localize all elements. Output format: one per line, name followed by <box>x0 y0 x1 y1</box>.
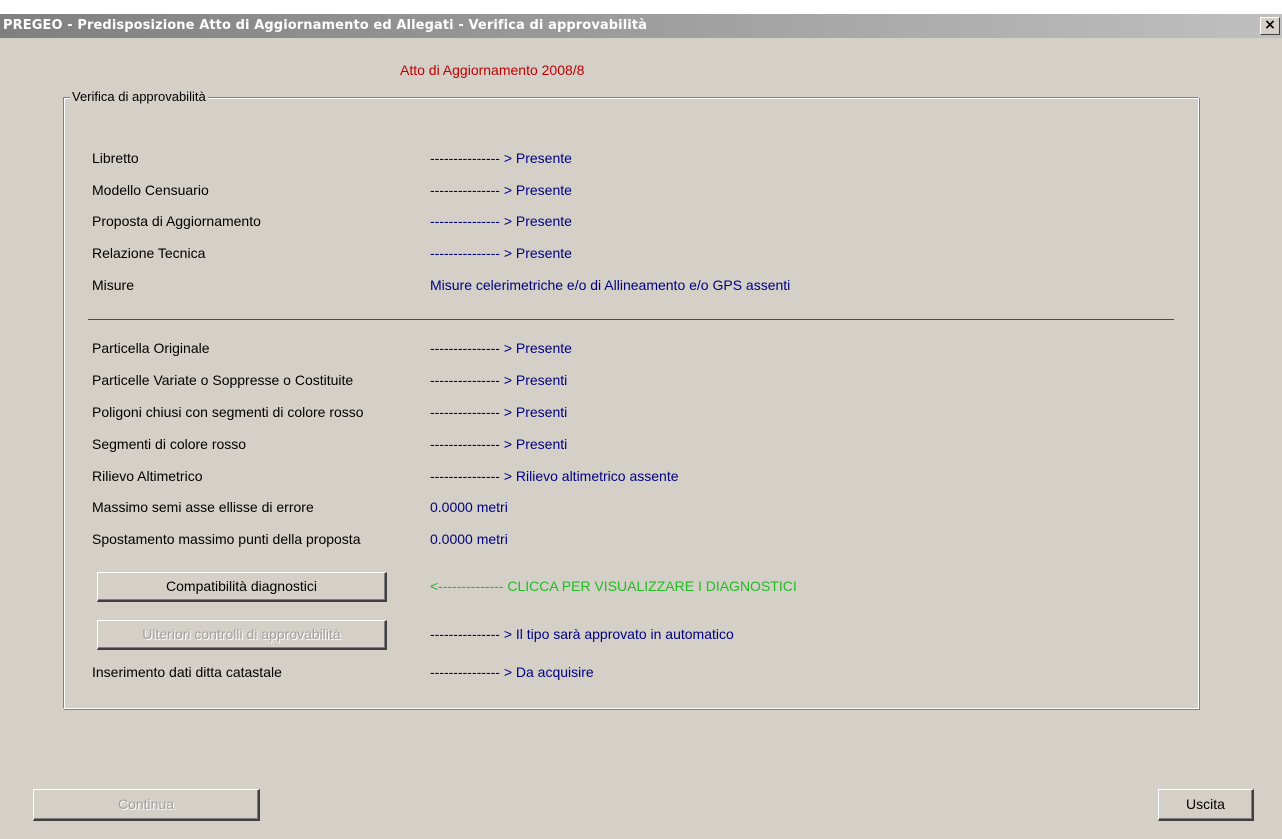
row-rilievo-altimetrico: Rilievo Altimetrico <box>92 468 202 486</box>
row-label: Massimo semi asse ellisse di errore <box>92 499 314 515</box>
row-particella-originale: Particella Originale <box>92 340 210 358</box>
row-relazione: Relazione Tecnica <box>92 245 205 263</box>
row-value: --------------- > Rilievo altimetrico as… <box>430 468 679 484</box>
diagnostics-hint: <-------------- CLICCA PER VISUALIZZARE … <box>430 578 797 594</box>
row-label: Proposta di Aggiornamento <box>92 213 261 229</box>
uscita-button[interactable]: Uscita <box>1158 789 1254 821</box>
row-misure: Misure <box>92 277 134 295</box>
row-segmenti-rosso: Segmenti di colore rosso <box>92 436 246 454</box>
row-modello-censuario: Modello Censuario <box>92 182 209 200</box>
row-value: --------------- > Presenti <box>430 372 568 388</box>
dialog-window: PREGEO - Predisposizione Atto di Aggiorn… <box>0 14 1282 839</box>
row-label: Libretto <box>92 150 139 166</box>
row-label: Misure <box>92 277 135 293</box>
row-value: 0.0000 metri <box>430 499 508 515</box>
row-semi-asse: Massimo semi asse ellisse di errore <box>92 499 314 517</box>
row-label: Particelle Variate o Soppresse o Costitu… <box>92 372 354 388</box>
row-label: Inserimento dati ditta catastale <box>92 664 282 680</box>
row-value: --------------- > Presenti <box>430 404 568 420</box>
continua-button[interactable]: Continua <box>33 789 260 821</box>
row-label: Modello Censuario <box>92 182 209 198</box>
row-value: --------------- > Presente <box>430 213 572 229</box>
row-value: 0.0000 metri <box>430 531 508 547</box>
groupbox-label: Verifica di approvabilità <box>70 89 208 104</box>
row-libretto: Libretto <box>92 150 139 168</box>
row-value: --------------- > Presente <box>430 150 572 166</box>
row-label: Relazione Tecnica <box>92 245 206 261</box>
further-checks-status: --------------- > Il tipo sarà approvato… <box>430 626 734 642</box>
row-poligoni-chiusi: Poligoni chiusi con segmenti di colore r… <box>92 404 364 422</box>
separator-line <box>88 319 1174 320</box>
row-value: --------------- > Presente <box>430 182 572 198</box>
ditta-status: --------------- > Da acquisire <box>430 664 594 680</box>
verifica-groupbox: Verifica di approvabilità Libretto -----… <box>63 89 1199 709</box>
ulteriori-controlli-button[interactable]: Ulteriori controlli di approvabilità <box>97 620 387 650</box>
row-label: Rilievo Altimetrico <box>92 468 203 484</box>
close-button[interactable]: × <box>1260 17 1280 35</box>
row-spostamento: Spostamento massimo punti della proposta <box>92 531 360 549</box>
row-value: Misure celerimetriche e/o di Allineament… <box>430 277 791 293</box>
row-label: Segmenti di colore rosso <box>92 436 247 452</box>
compatibilita-diagnostici-button[interactable]: Compatibilità diagnostici <box>97 572 387 602</box>
window-title: PREGEO - Predisposizione Atto di Aggiorn… <box>3 18 648 33</box>
row-value: --------------- > Presente <box>430 340 572 356</box>
row-inserimento-ditta: Inserimento dati ditta catastale <box>92 664 282 682</box>
row-label: Particella Originale <box>92 340 210 356</box>
title-bar: PREGEO - Predisposizione Atto di Aggiorn… <box>0 14 1282 38</box>
row-particelle-variate: Particelle Variate o Soppresse o Costitu… <box>92 372 353 390</box>
row-value: --------------- > Presente <box>430 245 572 261</box>
row-label: Poligoni chiusi con segmenti di colore r… <box>92 404 364 420</box>
atto-title: Atto di Aggiornamento 2008/8 <box>400 62 585 78</box>
row-proposta: Proposta di Aggiornamento <box>92 213 261 231</box>
row-value: --------------- > Presenti <box>430 436 568 452</box>
row-label: Spostamento massimo punti della proposta <box>92 531 361 547</box>
